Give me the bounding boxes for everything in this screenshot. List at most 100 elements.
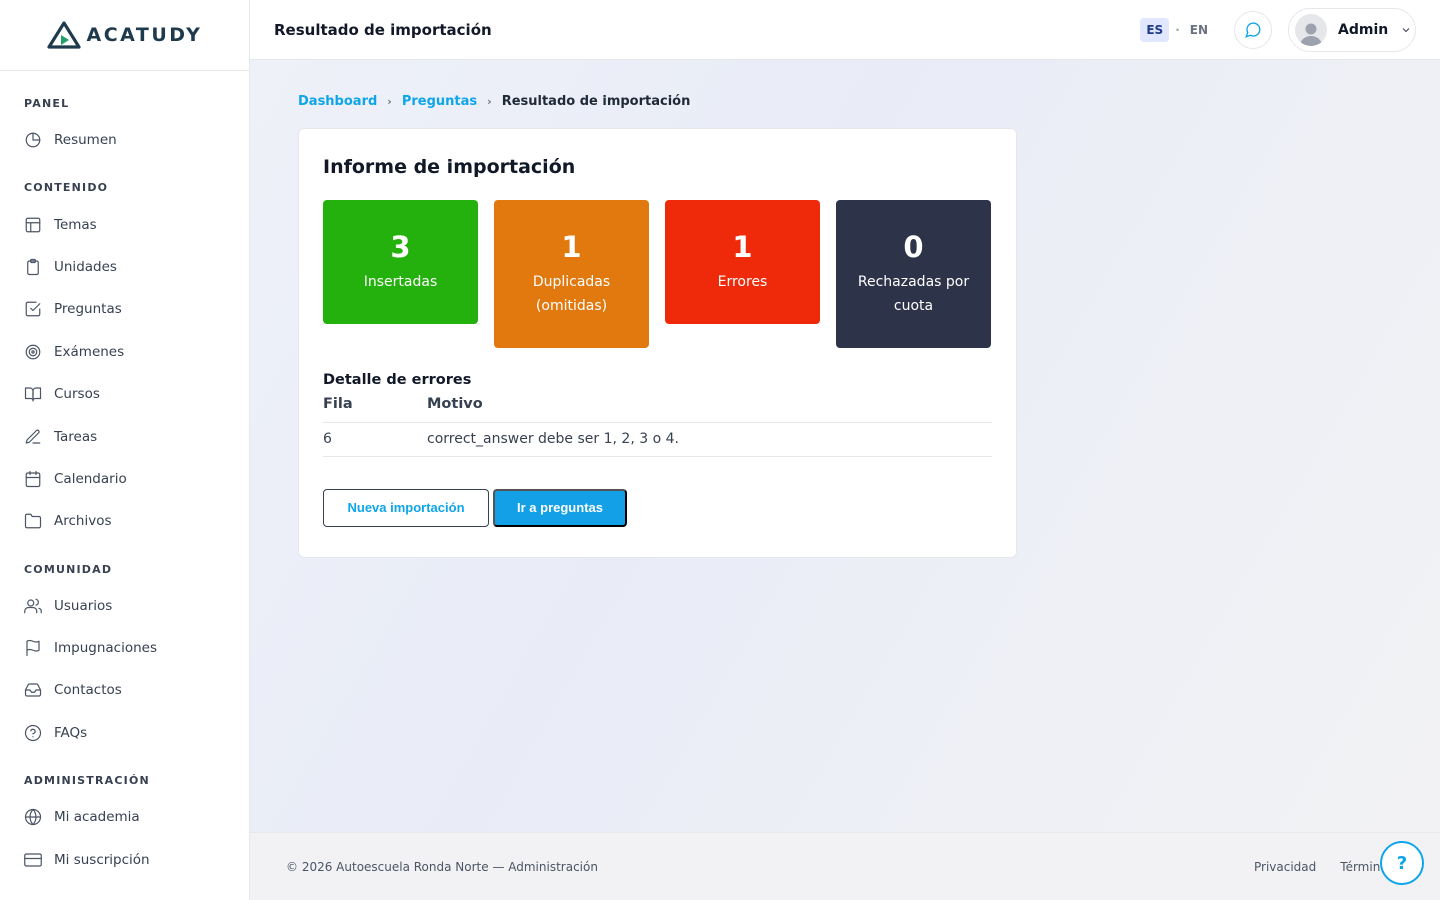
globe-icon (24, 808, 42, 826)
check-square-icon (24, 300, 42, 318)
sidebar-item-examenes[interactable]: Exámenes (0, 331, 249, 373)
cell-motivo: correct_answer debe ser 1, 2, 3 o 4. (427, 421, 992, 457)
footer-links: Privacidad Términos (1254, 833, 1382, 900)
stat-errores: 1 Errores (665, 200, 820, 324)
sidebar-item-label: Preguntas (54, 301, 122, 318)
sidebar-section-comunidad: COMUNIDAD Usuarios Impugnaciones Contact… (0, 557, 249, 755)
table-row: 6 correct_answer debe ser 1, 2, 3 o 4. (323, 421, 992, 457)
chevron-down-icon (1400, 21, 1412, 40)
breadcrumb-chevron-icon: › (487, 95, 492, 108)
report-actions: Nueva importación Ir a preguntas (323, 488, 992, 527)
pie-chart-icon (24, 131, 42, 149)
sidebar-item-mi-suscripcion[interactable]: Mi suscripción (0, 838, 249, 880)
language-switcher: ES · EN (1140, 18, 1212, 42)
help-button[interactable]: ? (1380, 841, 1424, 885)
page-title: Resultado de importación (274, 20, 492, 39)
avatar (1295, 14, 1327, 46)
user-menu-button[interactable]: Admin (1288, 8, 1416, 52)
sidebar-item-label: FAQs (54, 724, 88, 741)
lang-es-button[interactable]: ES (1140, 18, 1170, 42)
chat-button[interactable] (1234, 11, 1272, 49)
stat-label: Rechazadas por cuota (857, 274, 970, 314)
sidebar-section-contenido: CONTENIDO Temas Unidades Preguntas Exáme… (0, 175, 249, 542)
sidebar-item-label: Calendario (54, 470, 127, 487)
help-circle-icon (24, 724, 42, 742)
layout-icon (24, 216, 42, 234)
sidebar-item-faqs[interactable]: FAQs (0, 712, 249, 754)
user-avatar-icon (1300, 23, 1322, 46)
breadcrumb: Dashboard › Preguntas › Resultado de imp… (298, 94, 690, 109)
sidebar-item-label: Exámenes (54, 343, 125, 360)
sidebar-item-resumen[interactable]: Resumen (0, 119, 249, 161)
stat-insertadas: 3 Insertadas (323, 200, 478, 324)
target-icon (24, 343, 42, 361)
sidebar-item-label: Impugnaciones (54, 640, 157, 657)
users-icon (24, 597, 42, 615)
sidebar-item-label: Mi academia (54, 809, 140, 826)
calendar-icon (24, 470, 42, 488)
brand-name: ACATUDY (86, 24, 203, 46)
stat-rechazadas: 0 Rechazadas por cuota (836, 200, 991, 348)
logo-mark-icon (46, 21, 81, 49)
sidebar-item-label: Contactos (54, 682, 122, 699)
folder-icon (24, 512, 42, 530)
import-report-card: Informe de importación 3 Insertadas 1 Du… (298, 128, 1017, 558)
sidebar-item-label: Mi suscripción (54, 851, 150, 868)
main-content: Dashboard › Preguntas › Resultado de imp… (250, 60, 1440, 832)
sidebar-item-label: Archivos (54, 513, 112, 530)
stat-value: 0 (903, 230, 924, 264)
footer-link-privacidad[interactable]: Privacidad (1254, 860, 1316, 874)
stat-value: 1 (732, 230, 753, 264)
errors-title: Detalle de errores (323, 372, 472, 388)
sidebar-section-panel: PANEL Resumen (0, 91, 249, 161)
sidebar-item-temas[interactable]: Temas (0, 203, 249, 245)
lang-separator: · (1175, 23, 1180, 37)
pen-icon (24, 428, 42, 446)
sidebar-section-administracion: ADMINISTRACIÓN Mi academia Mi suscripció… (0, 768, 249, 881)
sidebar-item-cursos[interactable]: Cursos (0, 373, 249, 415)
column-header-motivo: Motivo (427, 396, 483, 412)
book-open-icon (24, 385, 42, 403)
sidebar-item-calendario[interactable]: Calendario (0, 458, 249, 500)
user-name: Admin (1338, 22, 1389, 38)
cell-fila: 6 (323, 421, 427, 457)
chat-bubble-icon (1245, 22, 1261, 38)
sidebar-item-preguntas[interactable]: Preguntas (0, 288, 249, 330)
breadcrumb-current: Resultado de importación (501, 94, 691, 109)
sidebar-nav: PANEL Resumen CONTENIDO Temas Unidades P… (0, 71, 249, 881)
breadcrumb-dashboard[interactable]: Dashboard (298, 94, 377, 109)
errors-table: Fila Motivo 6 correct_answer debe ser 1,… (323, 396, 992, 457)
new-import-button[interactable]: Nueva importación (323, 488, 489, 527)
sidebar-item-unidades[interactable]: Unidades (0, 246, 249, 288)
footer-link-terminos[interactable]: Términos (1340, 860, 1382, 874)
sidebar-item-tareas[interactable]: Tareas (0, 415, 249, 457)
breadcrumb-preguntas[interactable]: Preguntas (402, 94, 477, 109)
sidebar-item-archivos[interactable]: Archivos (0, 500, 249, 542)
sidebar-item-label: Usuarios (54, 597, 113, 614)
section-title: COMUNIDAD (24, 562, 113, 576)
sidebar-item-label: Tareas (54, 428, 98, 445)
stat-label: Errores (717, 274, 768, 290)
sidebar-item-label: Resumen (54, 132, 117, 149)
section-title: ADMINISTRACIÓN (24, 774, 150, 788)
credit-card-icon (24, 851, 42, 869)
header-actions: ES · EN Admin (1140, 8, 1416, 52)
inbox-icon (24, 681, 42, 699)
lang-en-button[interactable]: EN (1186, 18, 1212, 42)
brand-logo[interactable]: ACATUDY (0, 0, 249, 71)
sidebar-item-impugnaciones[interactable]: Impugnaciones (0, 627, 249, 669)
go-to-questions-button[interactable]: Ir a preguntas (493, 488, 627, 527)
footer: © 2026 Autoescuela Ronda Norte — Adminis… (250, 832, 1440, 900)
sidebar-item-mi-academia[interactable]: Mi academia (0, 796, 249, 838)
table-header-row: Fila Motivo (323, 396, 992, 422)
sidebar-item-label: Unidades (54, 258, 117, 275)
clipboard-icon (24, 258, 42, 276)
footer-copyright: © 2026 Autoescuela Ronda Norte — Adminis… (286, 859, 598, 874)
stat-value: 1 (561, 230, 582, 264)
section-title: PANEL (24, 97, 70, 110)
sidebar-item-usuarios[interactable]: Usuarios (0, 585, 249, 627)
sidebar-item-label: Temas (54, 216, 97, 233)
stat-value: 3 (390, 230, 411, 264)
stat-duplicadas: 1 Duplicadas (omitidas) (494, 200, 649, 348)
sidebar-item-contactos[interactable]: Contactos (0, 669, 249, 711)
